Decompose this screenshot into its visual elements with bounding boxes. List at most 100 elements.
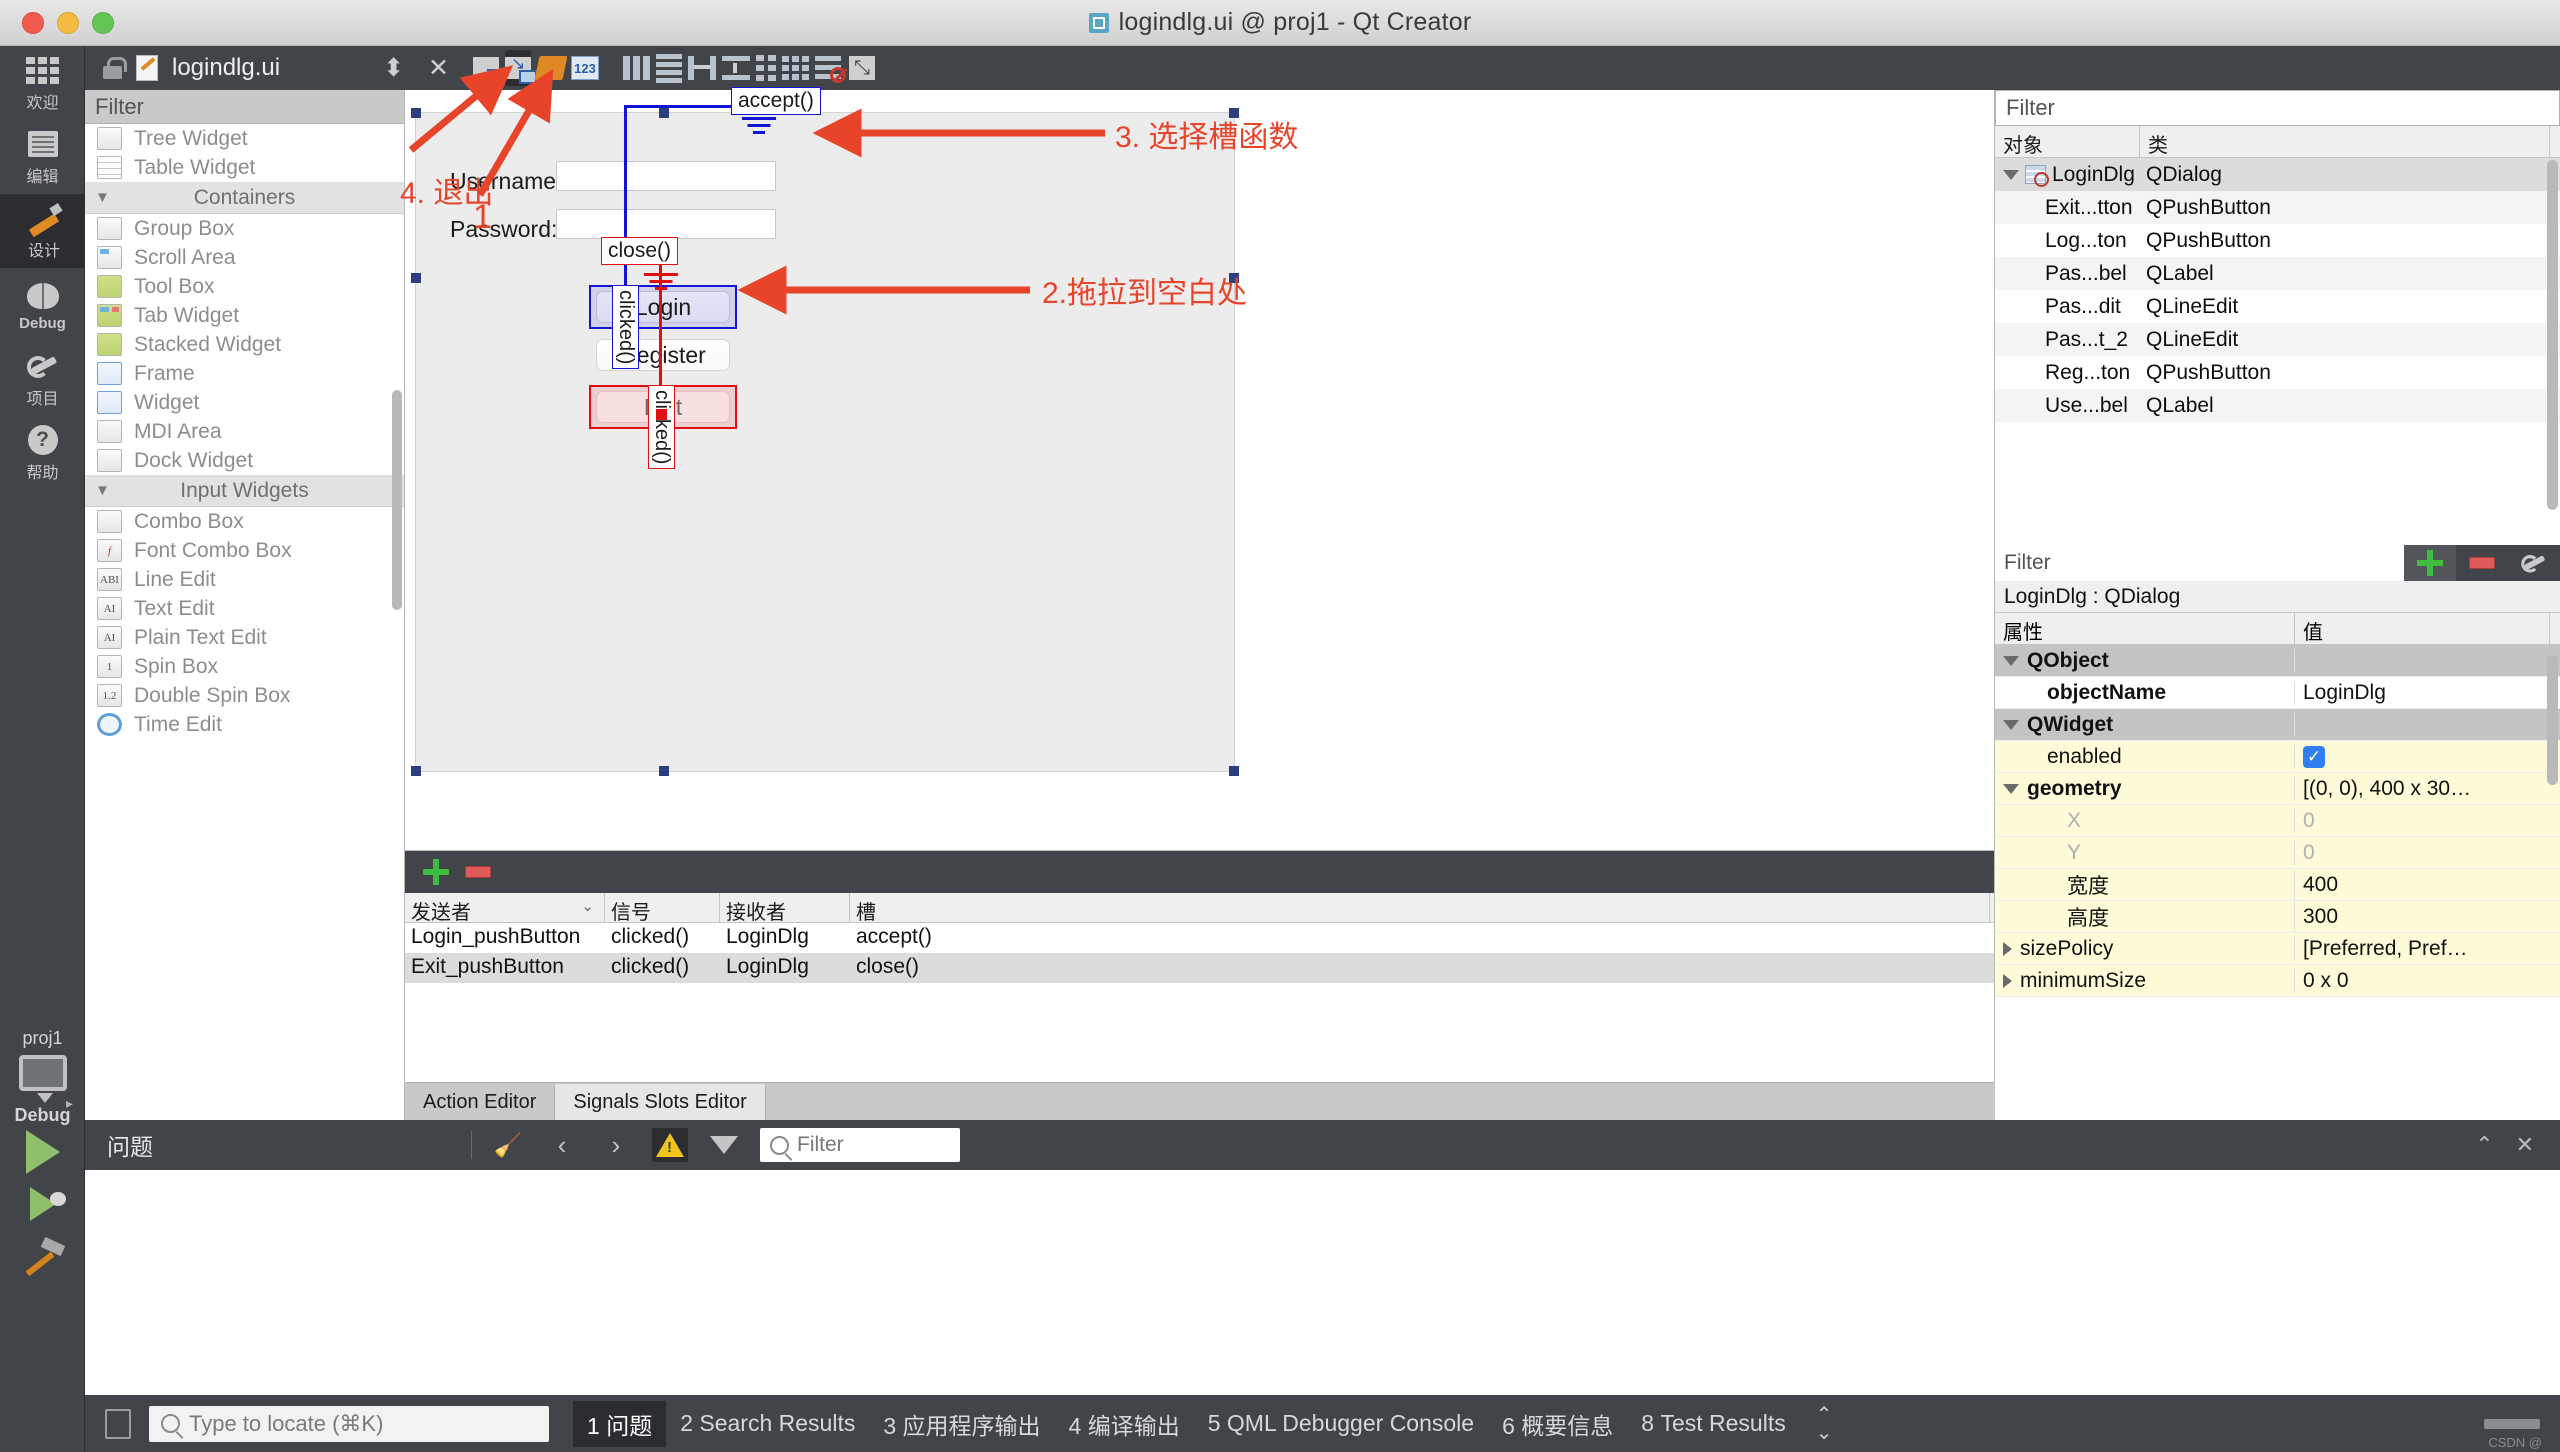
connection-endpoint-dot[interactable] bbox=[656, 409, 667, 420]
mode-welcome[interactable]: 欢迎 bbox=[0, 46, 85, 120]
widget-category-containers[interactable]: ▼ Containers bbox=[85, 182, 404, 214]
tab-signals-slots-editor[interactable]: Signals Slots Editor bbox=[555, 1084, 765, 1120]
mode-edit[interactable]: 编辑 bbox=[0, 120, 85, 194]
clear-button[interactable]: 🧹 bbox=[490, 1128, 526, 1162]
widget-item-group-box[interactable]: Group Box bbox=[85, 214, 404, 243]
edit-tab-order-button[interactable]: 123 bbox=[571, 50, 599, 86]
widget-item-widget[interactable]: Widget bbox=[85, 388, 404, 417]
layout-h-splitter-button[interactable] bbox=[688, 50, 716, 86]
prev-item-button[interactable]: ‹ bbox=[544, 1128, 580, 1162]
property-value[interactable]: 0 x 0 bbox=[2295, 969, 2550, 993]
order-updown-button[interactable]: ⬍ bbox=[383, 50, 404, 86]
property-row-height[interactable]: 高度 300 bbox=[1995, 901, 2560, 933]
widget-box-filter[interactable]: Filter bbox=[85, 90, 404, 124]
chevron-right-icon[interactable] bbox=[2003, 942, 2012, 956]
signal-label-clicked-red[interactable]: clicked() bbox=[648, 385, 675, 469]
property-value[interactable]: [(0, 0), 400 x 30… bbox=[2295, 777, 2550, 801]
property-row-width[interactable]: 宽度 400 bbox=[1995, 869, 2560, 901]
table-row[interactable]: Exit_pushButton clicked() LoginDlg close… bbox=[405, 953, 1994, 983]
mode-projects[interactable]: 项目 bbox=[0, 342, 85, 416]
object-row[interactable]: Pas...bel QLabel bbox=[1995, 257, 2560, 290]
object-row[interactable]: Pas...t_2 QLineEdit bbox=[1995, 323, 2560, 356]
property-row-sizepolicy[interactable]: sizePolicy [Preferred, Pref… bbox=[1995, 933, 2560, 965]
widget-item-tool-box[interactable]: Tool Box bbox=[85, 272, 404, 301]
output-tab-issues[interactable]: 1 问题 bbox=[573, 1401, 666, 1447]
property-editor-filter[interactable]: Filter bbox=[1995, 545, 2404, 581]
widget-item-mdi-area[interactable]: MDI Area bbox=[85, 417, 404, 446]
property-value[interactable]: [Preferred, Pref… bbox=[2295, 937, 2550, 961]
property-row-geometry[interactable]: geometry [(0, 0), 400 x 30… bbox=[1995, 773, 2560, 805]
widget-item-tab-widget[interactable]: Tab Widget bbox=[85, 301, 404, 330]
output-tab-app-output[interactable]: 3 应用程序输出 bbox=[869, 1401, 1054, 1447]
resize-handle[interactable] bbox=[411, 766, 421, 776]
column-header-signal[interactable]: 信号 bbox=[605, 893, 720, 922]
property-editor-scrollbar[interactable] bbox=[2547, 655, 2558, 785]
property-row-minimumsize[interactable]: minimumSize 0 x 0 bbox=[1995, 965, 2560, 997]
column-header-object[interactable]: 对象 bbox=[1995, 126, 2140, 157]
property-group-qwidget[interactable]: QWidget bbox=[1995, 709, 2560, 741]
username-line-edit[interactable] bbox=[556, 161, 776, 191]
widget-category-input-widgets[interactable]: ▼ Input Widgets bbox=[85, 475, 404, 507]
configure-button[interactable] bbox=[2508, 545, 2560, 581]
property-value[interactable]: 400 bbox=[2295, 873, 2550, 897]
mode-debug[interactable]: Debug bbox=[0, 268, 85, 342]
tab-action-editor[interactable]: Action Editor bbox=[405, 1084, 555, 1120]
column-header-property[interactable]: 属性 bbox=[1995, 613, 2295, 644]
resize-handle[interactable] bbox=[411, 273, 421, 283]
layout-horizontally-button[interactable] bbox=[623, 50, 650, 86]
close-panel-button[interactable]: ✕ bbox=[2516, 1132, 2534, 1158]
output-tab-qml-debugger-console[interactable]: 5 QML Debugger Console bbox=[1194, 1404, 1488, 1443]
mode-design[interactable]: 设计 bbox=[0, 194, 85, 268]
chevron-right-icon[interactable] bbox=[2003, 974, 2012, 988]
target-selector-icon[interactable] bbox=[19, 1055, 67, 1091]
slot-label-accept[interactable]: accept() bbox=[731, 87, 821, 115]
property-row-objectname[interactable]: objectName LoginDlg bbox=[1995, 677, 2560, 709]
add-property-button[interactable] bbox=[2404, 545, 2456, 581]
slot-label-close[interactable]: close() bbox=[601, 237, 678, 265]
object-row-logindlg[interactable]: LoginDlg QDialog bbox=[1995, 158, 2560, 191]
column-header-class[interactable]: 类 bbox=[2140, 126, 2550, 157]
widget-item-dock-widget[interactable]: Dock Widget bbox=[85, 446, 404, 475]
run-button[interactable] bbox=[0, 1126, 85, 1178]
form-design-canvas[interactable]: Username: Password: Login Register Exit … bbox=[405, 90, 1995, 850]
login-dialog-form[interactable]: Username: Password: Login Register Exit … bbox=[415, 112, 1235, 772]
signal-label-clicked-blue[interactable]: clicked() bbox=[612, 285, 639, 369]
widget-item-text-edit[interactable]: AI Text Edit bbox=[85, 594, 404, 623]
output-tab-compile-output[interactable]: 4 编译输出 bbox=[1055, 1401, 1194, 1447]
object-inspector-filter[interactable]: Filter bbox=[1995, 90, 2560, 126]
widget-item-font-combo-box[interactable]: f Font Combo Box bbox=[85, 536, 404, 565]
chevron-down-icon[interactable] bbox=[2003, 784, 2019, 794]
layout-v-splitter-button[interactable] bbox=[722, 50, 750, 86]
close-form-button[interactable]: ✕ bbox=[428, 50, 449, 86]
property-value[interactable]: 300 bbox=[2295, 905, 2550, 929]
enabled-checkbox[interactable]: ✓ bbox=[2303, 746, 2325, 768]
property-row-x[interactable]: X 0 bbox=[1995, 805, 2560, 837]
widget-item-scroll-area[interactable]: Scroll Area bbox=[85, 243, 404, 272]
property-value[interactable]: LoginDlg bbox=[2295, 681, 2550, 705]
issues-filter-input[interactable]: Filter bbox=[760, 1128, 960, 1162]
widget-item-table-widget[interactable]: Table Widget bbox=[85, 153, 404, 182]
start-debugging-button[interactable] bbox=[0, 1178, 85, 1230]
object-row[interactable]: Use...bel QLabel bbox=[1995, 389, 2560, 422]
adjust-size-button[interactable] bbox=[849, 50, 875, 86]
password-line-edit[interactable] bbox=[556, 209, 776, 239]
edit-widgets-button[interactable] bbox=[473, 50, 499, 86]
widget-item-time-edit[interactable]: Time Edit bbox=[85, 710, 404, 739]
password-label[interactable]: Password: bbox=[450, 216, 557, 243]
output-pane-updown-button[interactable]: ⌃⌄ bbox=[1816, 1406, 1833, 1442]
resize-handle[interactable] bbox=[411, 108, 421, 118]
column-header-value[interactable]: 值 bbox=[2295, 613, 2550, 644]
widget-item-line-edit[interactable]: ABI Line Edit bbox=[85, 565, 404, 594]
edit-buddies-button[interactable] bbox=[537, 50, 565, 86]
open-file-name[interactable]: logindlg.ui bbox=[172, 54, 280, 82]
object-row[interactable]: Reg...ton QPushButton bbox=[1995, 356, 2560, 389]
filter-menu-button[interactable] bbox=[706, 1128, 742, 1162]
output-tab-general-messages[interactable]: 6 概要信息 bbox=[1488, 1401, 1627, 1447]
layout-vertically-button[interactable] bbox=[656, 50, 682, 86]
mode-help[interactable]: ? 帮助 bbox=[0, 416, 85, 490]
property-row-y[interactable]: Y 0 bbox=[1995, 837, 2560, 869]
next-item-button[interactable]: › bbox=[598, 1128, 634, 1162]
build-button[interactable] bbox=[0, 1230, 85, 1282]
chevron-down-icon[interactable] bbox=[2003, 170, 2019, 180]
layout-grid-button[interactable] bbox=[782, 50, 809, 86]
